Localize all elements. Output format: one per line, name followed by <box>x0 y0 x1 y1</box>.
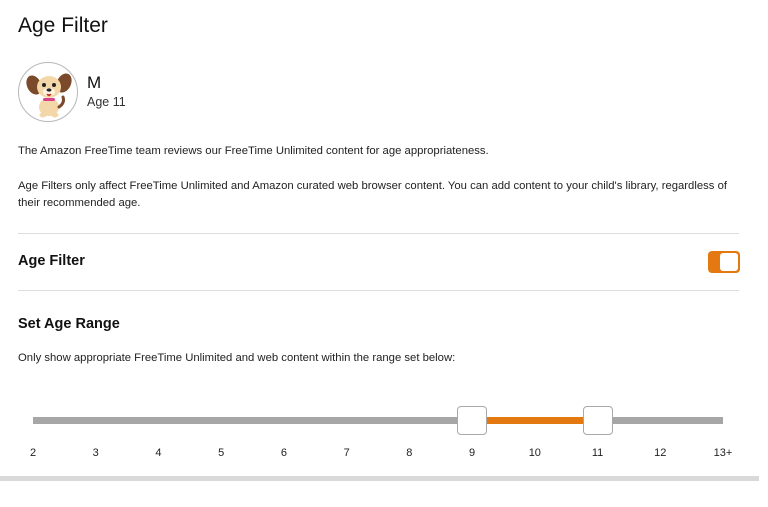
review-description: The Amazon FreeTime team reviews our Fre… <box>18 145 489 157</box>
toggle-knob <box>720 253 738 271</box>
tick-label: 13+ <box>713 447 733 459</box>
avatar <box>18 62 78 122</box>
tick-label: 6 <box>280 447 287 459</box>
age-range-description: Only show appropriate FreeTime Unlimited… <box>18 352 456 364</box>
slider-track[interactable] <box>33 417 723 424</box>
slider-selected-range <box>472 417 598 424</box>
divider <box>18 290 739 291</box>
page-title: Age Filter <box>18 14 108 37</box>
tick-label: 2 <box>29 447 37 459</box>
tick-label: 5 <box>218 447 225 459</box>
child-profile: M Age 11 <box>18 62 126 122</box>
age-filter-label: Age Filter <box>18 253 85 269</box>
profile-name: M <box>87 72 102 92</box>
max-age-handle[interactable] <box>582 406 613 435</box>
profile-age: Age 11 <box>87 94 126 109</box>
tick-label: 11 <box>591 447 604 459</box>
puppy-avatar-icon <box>26 73 72 118</box>
min-age-handle[interactable] <box>457 406 488 435</box>
tick-label: 3 <box>92 447 99 459</box>
divider <box>18 233 739 234</box>
set-age-range-label: Set Age Range <box>18 316 120 332</box>
age-filter-toggle[interactable] <box>708 251 740 273</box>
tick-label: 9 <box>469 447 476 459</box>
tick-label: 10 <box>528 447 541 459</box>
tick-label: 4 <box>155 447 162 459</box>
tick-label: 12 <box>654 447 667 459</box>
tick-label: 8 <box>406 447 413 459</box>
tick-label: 7 <box>343 447 350 459</box>
filter-description: Age Filters only affect FreeTime Unlimit… <box>18 180 727 209</box>
bottom-scroll-edge <box>0 476 759 481</box>
